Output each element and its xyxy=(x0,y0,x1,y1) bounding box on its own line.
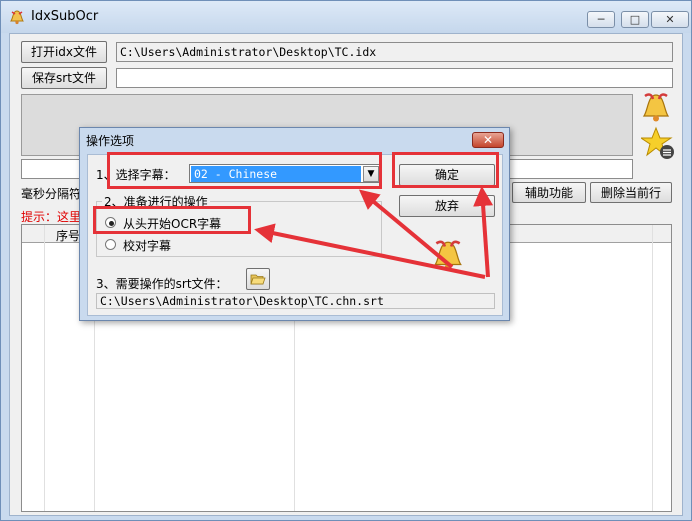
grid-header-index: 序号 xyxy=(56,229,81,243)
window-title: IdxSubOcr xyxy=(31,9,99,24)
folder-open-icon xyxy=(250,274,266,285)
app-bell-icon xyxy=(10,10,24,25)
save-srt-button[interactable]: 保存srt文件 xyxy=(21,67,107,89)
assist-button[interactable]: 辅助功能 xyxy=(512,182,586,203)
bell-icon xyxy=(434,240,462,271)
dialog-title: 操作选项 xyxy=(86,134,135,148)
annotation-box-select xyxy=(107,152,382,189)
ms-separator-label: 毫秒分隔符 xyxy=(21,187,82,201)
grid-column-line xyxy=(44,225,45,511)
dialog-close-button[interactable]: ✕ xyxy=(472,132,504,148)
annotation-box-ocr xyxy=(93,206,251,234)
maximize-button[interactable]: □ xyxy=(621,11,649,28)
title-bar[interactable]: IdxSubOcr ─ □ ✕ xyxy=(1,1,691,33)
srt-file-label: 3、需要操作的srt文件： xyxy=(96,277,228,291)
minimize-button[interactable]: ─ xyxy=(587,11,615,28)
radio-proofread[interactable] xyxy=(105,239,116,250)
bell-icon[interactable] xyxy=(639,90,673,124)
srt-output-path: C:\Users\Administrator\Desktop\TC.chn.sr… xyxy=(96,293,495,309)
grid-column-line xyxy=(652,225,653,511)
cancel-button[interactable]: 放弃 xyxy=(399,195,495,217)
close-button[interactable]: ✕ xyxy=(651,11,689,28)
srt-path-field[interactable] xyxy=(116,68,673,88)
option-proofread-label[interactable]: 校对字幕 xyxy=(123,237,171,254)
annotation-box-ok xyxy=(392,152,499,188)
star-list-icon[interactable] xyxy=(641,126,675,160)
delete-row-button[interactable]: 删除当前行 xyxy=(590,182,672,203)
idx-path-field[interactable]: C:\Users\Administrator\Desktop\TC.idx xyxy=(116,42,673,62)
browse-srt-button[interactable] xyxy=(246,268,270,290)
open-idx-button[interactable]: 打开idx文件 xyxy=(21,41,107,63)
tip-text: 提示：这里 xyxy=(21,210,82,224)
